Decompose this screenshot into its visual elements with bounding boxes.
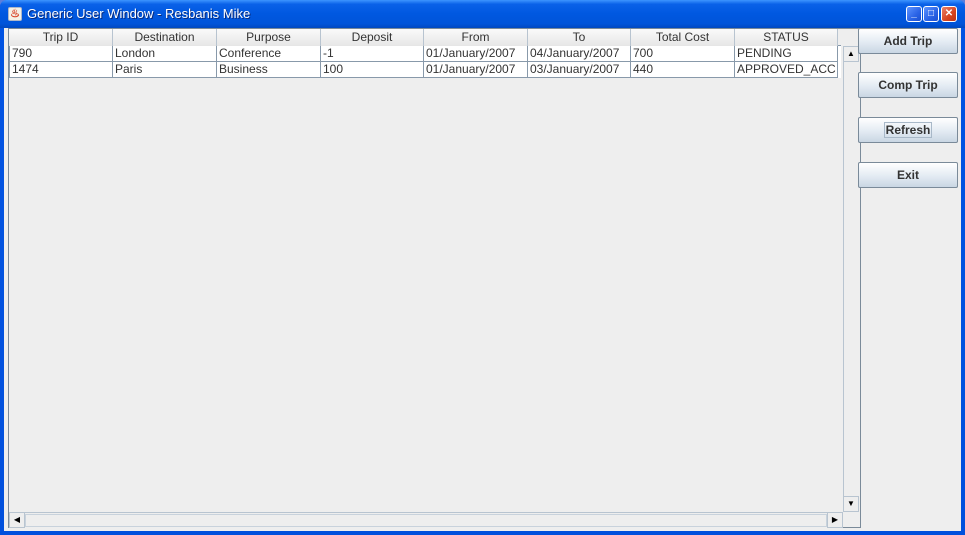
scroll-right-arrow-icon[interactable]: ▶: [827, 512, 843, 528]
window-title: Generic User Window - Resbanis Mike: [27, 6, 251, 21]
cell-purpose[interactable]: Conference: [217, 46, 321, 62]
table-header: Trip ID Destination Purpose Deposit From…: [9, 29, 841, 46]
column-header-from[interactable]: From: [424, 29, 528, 46]
scroll-left-arrow-icon[interactable]: ◀: [9, 512, 25, 528]
cell-to[interactable]: 03/January/2007: [528, 62, 631, 78]
horizontal-scrollbar[interactable]: ◀ ▶: [9, 512, 843, 528]
trips-table: 790 London Conference -1 01/January/2007…: [9, 46, 841, 78]
table-row[interactable]: 1474 Paris Business 100 01/January/2007 …: [9, 62, 841, 78]
column-header-purpose[interactable]: Purpose: [217, 29, 321, 46]
horizontal-scroll-thumb[interactable]: [25, 514, 827, 527]
cell-status[interactable]: PENDING: [735, 46, 838, 62]
add-trip-button[interactable]: Add Trip: [858, 28, 958, 54]
exit-button[interactable]: Exit: [858, 162, 958, 188]
cell-total-cost[interactable]: 440: [631, 62, 735, 78]
cell-purpose[interactable]: Business: [217, 62, 321, 78]
cell-deposit[interactable]: -1: [321, 46, 424, 62]
cell-trip-id[interactable]: 790: [9, 46, 113, 62]
vertical-scrollbar[interactable]: ▲ ▼: [843, 46, 859, 512]
table-row[interactable]: 790 London Conference -1 01/January/2007…: [9, 46, 841, 62]
cell-from[interactable]: 01/January/2007: [424, 46, 528, 62]
cell-from[interactable]: 01/January/2007: [424, 62, 528, 78]
generic-user-window: ♨ Generic User Window - Resbanis Mike _ …: [0, 0, 965, 535]
refresh-button-label: Refresh: [883, 122, 933, 138]
minimize-button[interactable]: _: [906, 6, 922, 22]
cell-status[interactable]: APPROVED_ACC: [735, 62, 838, 78]
scroll-down-arrow-icon[interactable]: ▼: [843, 496, 859, 512]
column-header-to[interactable]: To: [528, 29, 631, 46]
trips-table-scrollpane: Trip ID Destination Purpose Deposit From…: [8, 28, 861, 528]
cell-destination[interactable]: London: [113, 46, 217, 62]
cell-destination[interactable]: Paris: [113, 62, 217, 78]
comp-trip-button[interactable]: Comp Trip: [858, 72, 958, 98]
cell-to[interactable]: 04/January/2007: [528, 46, 631, 62]
column-header-trip-id[interactable]: Trip ID: [9, 29, 113, 46]
scroll-up-arrow-icon[interactable]: ▲: [843, 46, 859, 62]
column-header-deposit[interactable]: Deposit: [321, 29, 424, 46]
cell-trip-id[interactable]: 1474: [9, 62, 113, 78]
column-header-destination[interactable]: Destination: [113, 29, 217, 46]
column-header-status[interactable]: STATUS: [735, 29, 838, 46]
cell-total-cost[interactable]: 700: [631, 46, 735, 62]
window-content: Trip ID Destination Purpose Deposit From…: [4, 28, 961, 531]
java-app-icon: ♨: [8, 7, 22, 21]
maximize-button[interactable]: □: [923, 6, 939, 22]
cell-deposit[interactable]: 100: [321, 62, 424, 78]
refresh-button[interactable]: Refresh: [858, 117, 958, 143]
title-bar[interactable]: ♨ Generic User Window - Resbanis Mike _ …: [0, 0, 965, 28]
column-header-total-cost[interactable]: Total Cost: [631, 29, 735, 46]
close-button[interactable]: ✕: [941, 6, 957, 22]
